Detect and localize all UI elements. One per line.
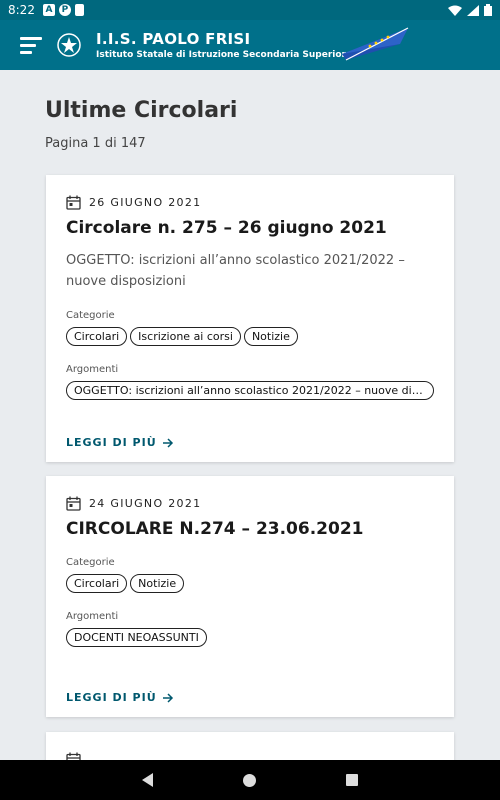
calendar-icon	[66, 752, 81, 760]
status-bar: 8:22 A P	[0, 0, 500, 20]
arrow-right-icon	[162, 437, 173, 448]
category-chip[interactable]: Circolari	[66, 327, 128, 346]
main-content[interactable]: Ultime Circolari Pagina 1 di 147 26 GIUG…	[0, 70, 500, 760]
calendar-icon	[66, 496, 81, 511]
category-chip[interactable]: Notizie	[130, 574, 185, 593]
category-chips: Circolari Iscrizione ai corsi Notizie	[66, 327, 434, 346]
school-name: I.I.S. PAOLO FRISI	[96, 30, 251, 48]
app-header: I.I.S. PAOLO FRISI Istituto Statale di I…	[0, 20, 500, 70]
categories-label: Categorie	[66, 310, 115, 321]
topics-label: Argomenti	[66, 364, 119, 375]
wifi-icon	[448, 5, 462, 16]
topic-chip[interactable]: DOCENTI NEOASSUNTI	[66, 628, 207, 647]
recent-apps-icon[interactable]	[346, 774, 358, 786]
category-chip[interactable]: Iscrizione ai corsi	[130, 327, 241, 346]
card-title[interactable]: CIRCOLARE N.274 – 23.06.2021	[66, 519, 434, 539]
category-chip[interactable]: Notizie	[243, 327, 298, 346]
card-date: 26 GIUGNO 2021	[89, 196, 202, 209]
read-more-label: LEGGI DI PIÙ	[66, 691, 157, 704]
italian-emblem-icon	[57, 33, 81, 57]
a-icon: A	[42, 4, 55, 16]
menu-icon[interactable]	[20, 36, 42, 54]
topics-label: Argomenti	[66, 611, 119, 622]
category-chip[interactable]: Circolari	[66, 574, 128, 593]
calendar-icon	[66, 195, 81, 210]
topic-chips: OGGETTO: iscrizioni all’anno scolastico …	[66, 381, 434, 400]
arrow-right-icon	[162, 692, 173, 703]
back-icon[interactable]	[142, 773, 153, 787]
circular-card[interactable]	[46, 732, 454, 760]
card-description: OGGETTO: iscrizioni all’anno scolastico …	[66, 253, 405, 289]
status-time: 8:22	[8, 3, 35, 17]
page-title: Ultime Circolari	[45, 98, 238, 123]
system-nav-bar	[0, 760, 500, 800]
read-more-label: LEGGI DI PIÙ	[66, 436, 157, 449]
eu-flag-logo	[342, 27, 409, 61]
circular-card[interactable]: 26 GIUGNO 2021 Circolare n. 275 – 26 giu…	[46, 175, 454, 462]
read-more-link[interactable]: LEGGI DI PIÙ	[66, 436, 174, 449]
topic-chips: DOCENTI NEOASSUNTI	[66, 628, 434, 647]
pagination-text: Pagina 1 di 147	[45, 136, 146, 151]
category-chips: Circolari Notizie	[66, 574, 434, 593]
categories-label: Categorie	[66, 557, 115, 568]
school-subtitle: Istituto Statale di Istruzione Secondari…	[96, 50, 353, 60]
circular-card[interactable]: 24 GIUGNO 2021 CIRCOLARE N.274 – 23.06.2…	[46, 476, 454, 717]
card-title[interactable]: Circolare n. 275 – 26 giugno 2021	[66, 218, 434, 238]
p-icon: P	[58, 4, 71, 16]
topic-chip[interactable]: OGGETTO: iscrizioni all’anno scolastico …	[66, 381, 434, 400]
card-date: 24 GIUGNO 2021	[89, 497, 202, 510]
signal-icon	[467, 4, 479, 16]
battery-icon	[484, 4, 492, 16]
sim-icon	[74, 4, 84, 16]
home-icon[interactable]	[243, 773, 256, 787]
read-more-link[interactable]: LEGGI DI PIÙ	[66, 691, 174, 704]
